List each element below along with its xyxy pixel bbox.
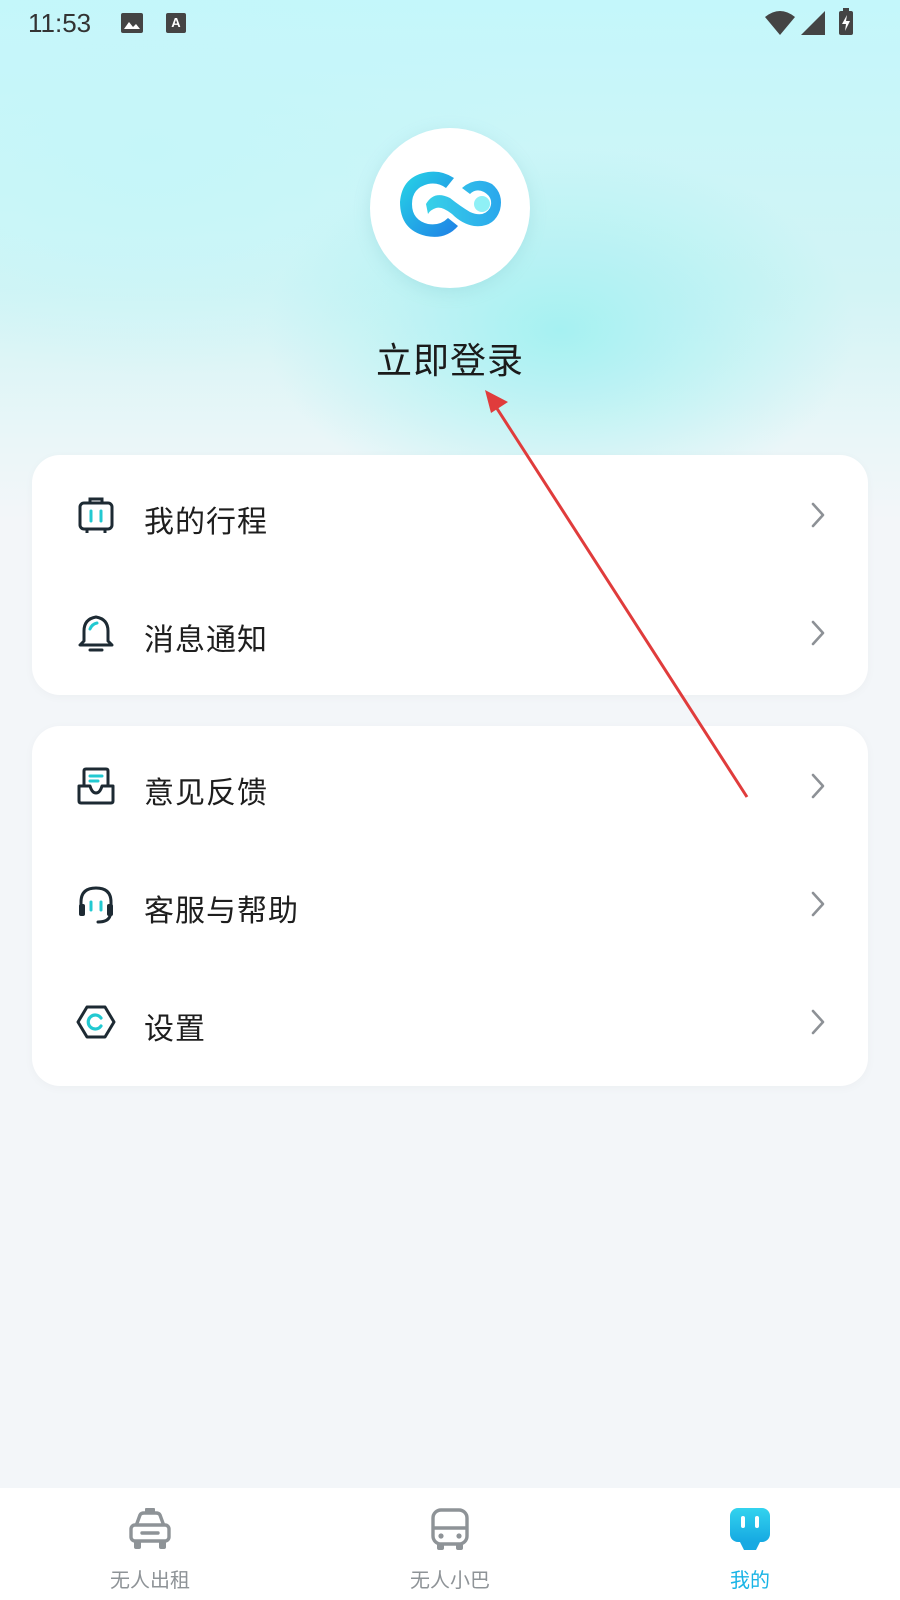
- feedback-icon: [77, 767, 115, 805]
- battery-charging-icon: [838, 8, 854, 40]
- menu-item-notifications[interactable]: 消息通知: [32, 573, 868, 693]
- chevron-right-icon: [811, 891, 825, 917]
- bottom-nav: 无人出租 无人小巴 我的: [0, 1488, 900, 1600]
- nav-label: 无人小巴: [410, 1568, 490, 1592]
- status-time: 11:53: [28, 8, 92, 38]
- menu-item-label: 消息通知: [144, 623, 268, 658]
- taxi-icon: [129, 1508, 171, 1549]
- menu-item-my-trips[interactable]: 我的行程: [32, 455, 868, 575]
- robot-icon: [730, 1508, 770, 1550]
- font-a-icon: A: [165, 12, 187, 38]
- chevron-right-icon: [811, 773, 825, 799]
- chevron-right-icon: [811, 620, 825, 646]
- app-logo-icon: [400, 171, 501, 237]
- login-link[interactable]: 立即登录: [0, 332, 900, 384]
- nav-label: 我的: [730, 1568, 770, 1592]
- bus-icon: [431, 1508, 469, 1550]
- bell-icon: [78, 615, 114, 652]
- avatar[interactable]: [370, 128, 530, 288]
- headset-icon: [79, 886, 113, 924]
- nav-tab-minibus[interactable]: 无人小巴: [300, 1488, 600, 1600]
- luggage-icon: [78, 497, 114, 533]
- nav-tab-taxi[interactable]: 无人出租: [0, 1488, 300, 1600]
- nav-tab-mine[interactable]: 我的: [600, 1488, 900, 1600]
- menu-item-customer-service[interactable]: 客服与帮助: [32, 844, 868, 964]
- chevron-right-icon: [811, 1009, 825, 1035]
- menu-item-feedback[interactable]: 意见反馈: [32, 726, 868, 846]
- svg-text:A: A: [171, 15, 181, 30]
- settings-hex-icon: [76, 1005, 116, 1039]
- signal-icon: [800, 10, 826, 40]
- menu-item-settings[interactable]: 设置: [32, 962, 868, 1082]
- app-root: 11:53 A 立即登录 我的行程 消息通知 意见反馈 客服与帮助 设置 无人出…: [0, 0, 900, 1600]
- status-bar: 11:53 A: [0, 0, 900, 50]
- menu-item-label: 我的行程: [144, 505, 268, 540]
- nav-label: 无人出租: [110, 1568, 190, 1592]
- wifi-icon: [764, 10, 796, 40]
- menu-item-label: 意见反馈: [144, 776, 268, 811]
- menu-card-1: 我的行程 消息通知: [32, 455, 868, 695]
- menu-card-2: 意见反馈 客服与帮助 设置: [32, 726, 868, 1086]
- menu-item-label: 设置: [144, 1012, 206, 1047]
- menu-item-label: 客服与帮助: [144, 894, 299, 929]
- image-icon: [120, 12, 144, 38]
- chevron-right-icon: [811, 502, 825, 528]
